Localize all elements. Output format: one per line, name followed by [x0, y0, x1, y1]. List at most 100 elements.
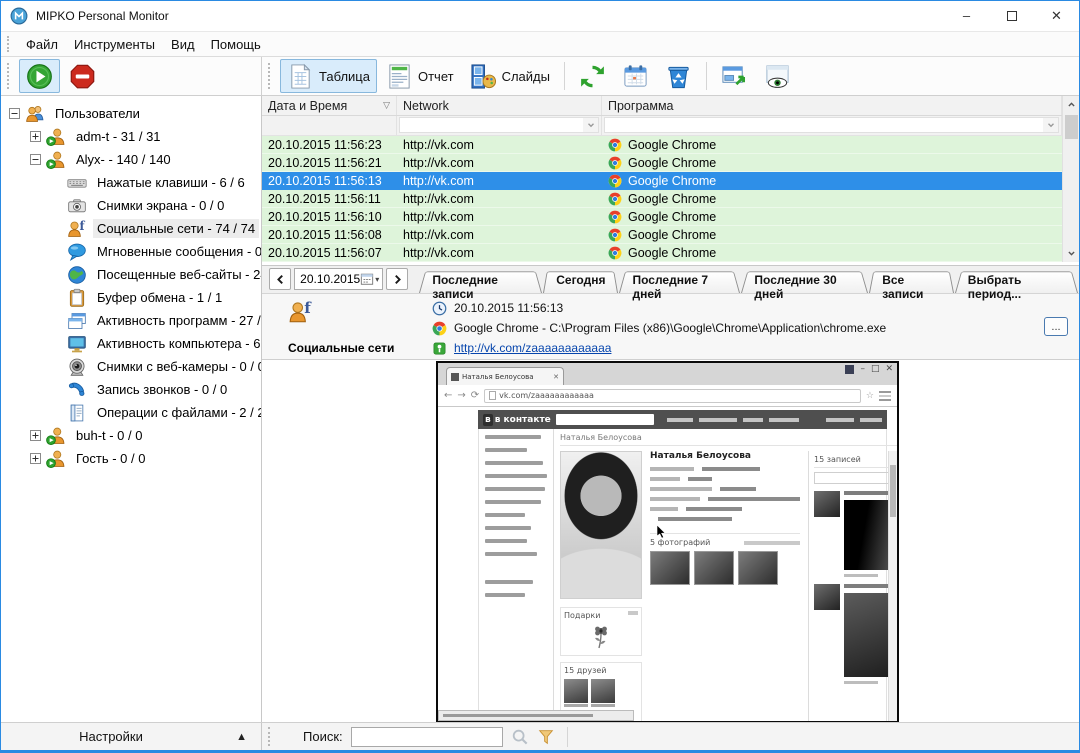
table-row[interactable]: 20.10.2015 11:56:08http://vk.comGoogle C… — [262, 226, 1062, 244]
screenshot-preview-area: Наталья Белоусова ✕ – □ ✕ ← → ⟳ — [262, 360, 1079, 722]
vk-header: вв контакте — [478, 410, 887, 429]
expand-icon[interactable] — [30, 453, 41, 464]
column-header-datetime[interactable]: Дата и Время ▽ — [262, 96, 397, 115]
period-tab[interactable]: Последние записи — [419, 269, 542, 293]
network-filter[interactable] — [397, 116, 602, 135]
program-line: Google Chrome - C:\Program Files (x86)\G… — [432, 318, 1033, 338]
period-tab[interactable]: Сегодня — [543, 269, 618, 293]
calendar-button[interactable] — [615, 59, 656, 93]
period-tab-label: Выбрать период... — [968, 273, 1022, 301]
table-row[interactable]: 20.10.2015 11:56:23http://vk.comGoogle C… — [262, 136, 1062, 154]
table-scrollbar[interactable] — [1062, 96, 1079, 262]
view-report-icon — [386, 63, 413, 90]
tree-item-label: Нажатые клавиши - 6 / 6 — [93, 173, 249, 192]
refresh-button[interactable] — [572, 59, 613, 93]
next-day-button[interactable] — [386, 268, 408, 290]
tree-item[interactable]: Буфер обмена - 1 / 1 — [1, 286, 261, 309]
vk-profile-detail-row — [650, 467, 800, 471]
column-header-network[interactable]: Network — [397, 96, 602, 115]
file-icon — [67, 403, 87, 423]
scroll-up-icon[interactable] — [1063, 96, 1080, 113]
view-button[interactable]: Таблица — [280, 59, 377, 93]
date-field[interactable]: 20.10.2015 ▾ — [294, 268, 383, 290]
tree-item[interactable]: Активность компьютера - 6 / 6 — [1, 332, 261, 355]
tree-item[interactable]: Запись звонков - 0 / 0 — [1, 378, 261, 401]
sort-indicator-icon: ▽ — [383, 100, 390, 111]
stop-monitoring-button[interactable] — [62, 59, 103, 93]
start-monitoring-button[interactable] — [19, 59, 60, 93]
period-tab[interactable]: Последние 30 дней — [741, 269, 868, 293]
menu-item[interactable]: Инструменты — [66, 34, 163, 55]
settings-panel-header[interactable]: Настройки ▲ — [1, 723, 262, 750]
period-tab[interactable]: Все записи — [869, 269, 954, 293]
bookmark-star-icon: ☆ — [866, 391, 874, 401]
table-body: 20.10.2015 11:56:23http://vk.comGoogle C… — [262, 136, 1062, 262]
scroll-down-icon[interactable] — [1063, 245, 1080, 262]
tree-item[interactable]: Пользователи — [1, 102, 261, 125]
program-filter[interactable] — [602, 116, 1062, 135]
maximize-button[interactable] — [989, 1, 1034, 30]
collapse-icon[interactable] — [30, 154, 41, 165]
vk-menu-link — [485, 526, 531, 530]
detail-more: ... — [1033, 294, 1079, 359]
more-button[interactable]: ... — [1044, 317, 1068, 336]
search-label: Поиск: — [303, 729, 343, 744]
vk-post-input — [814, 472, 897, 484]
view-button[interactable]: Отчет — [379, 59, 461, 93]
tree-item[interactable]: Операции с файлами - 2 / 2 — [1, 401, 261, 424]
cell-network: http://vk.com — [397, 136, 602, 153]
tree-item-label: Активность компьютера - 6 / 6 — [93, 334, 262, 353]
hide-window-button[interactable] — [757, 59, 798, 93]
tree-item[interactable]: buh-t - 0 / 0 — [1, 424, 261, 447]
menu-item[interactable]: Файл — [18, 34, 66, 55]
tree-item[interactable]: Мгновенные сообщения - 0 / 0 — [1, 240, 261, 263]
minimize-button[interactable]: – — [944, 1, 989, 30]
previous-day-button[interactable] — [269, 268, 291, 290]
menu-item[interactable]: Помощь — [203, 34, 269, 55]
tree-item[interactable]: Посещенные веб-сайты - 24 / 24 — [1, 263, 261, 286]
tree-item[interactable]: Нажатые клавиши - 6 / 6 — [1, 171, 261, 194]
expand-icon[interactable] — [30, 131, 41, 142]
tree-item[interactable]: Снимки с веб-камеры - 0 / 0 — [1, 355, 261, 378]
stop-icon — [69, 63, 96, 90]
table-row[interactable]: 20.10.2015 11:56:07http://vk.comGoogle C… — [262, 244, 1062, 262]
vk-nav-link — [769, 418, 799, 422]
tree-item[interactable]: Активность программ - 27 / 27 — [1, 309, 261, 332]
tree-item-label: Социальные сети - 74 / 74 — [93, 219, 259, 238]
view-button[interactable]: Слайды — [463, 59, 557, 93]
collapse-icon[interactable] — [9, 108, 20, 119]
tree-item[interactable]: Alyx- - 140 / 140 — [1, 148, 261, 171]
tree-item[interactable]: Гость - 0 / 0 — [1, 447, 261, 470]
search-input[interactable] — [351, 727, 503, 747]
column-header-program[interactable]: Программа — [602, 96, 1062, 115]
search-icon[interactable] — [511, 728, 529, 746]
table-row[interactable]: 20.10.2015 11:56:13http://vk.comGoogle C… — [262, 172, 1062, 190]
period-tab[interactable]: Последние 7 дней — [619, 269, 740, 293]
scrollbar-thumb[interactable] — [1065, 115, 1078, 139]
tree-item[interactable]: fСоциальные сети - 74 / 74 — [1, 217, 261, 240]
vk-post — [814, 584, 897, 684]
filter-funnel-icon[interactable] — [537, 728, 555, 746]
cell-network: http://vk.com — [397, 208, 602, 225]
expand-icon[interactable] — [30, 430, 41, 441]
table-row[interactable]: 20.10.2015 11:56:11http://vk.comGoogle C… — [262, 190, 1062, 208]
open-window-button[interactable] — [714, 59, 755, 93]
record-url-link[interactable]: http://vk.com/zaaaaaaaaaaaa — [454, 341, 611, 355]
tree-item[interactable]: Снимки экрана - 0 / 0 — [1, 194, 261, 217]
browser-close-icon: ✕ — [885, 365, 893, 374]
table-row[interactable]: 20.10.2015 11:56:21http://vk.comGoogle C… — [262, 154, 1062, 172]
period-tab[interactable]: Выбрать период... — [955, 269, 1078, 293]
app-window: MIPKO Personal Monitor – ✕ ФайлИнструмен… — [0, 0, 1080, 753]
monitor-icon — [67, 334, 87, 354]
tree-item[interactable]: adm-t - 31 / 31 — [1, 125, 261, 148]
column-label: Network — [403, 99, 449, 113]
close-button[interactable]: ✕ — [1034, 1, 1079, 30]
chrome-icon — [608, 246, 622, 260]
users-tree: Пользователи adm-t - 31 / 31 Alyx- - 140 /… — [1, 96, 262, 722]
table-row[interactable]: 20.10.2015 11:56:10http://vk.comGoogle C… — [262, 208, 1062, 226]
tree-item-label: Снимки с веб-камеры - 0 / 0 — [93, 357, 262, 376]
delete-records-button[interactable] — [658, 59, 699, 93]
menu-item[interactable]: Вид — [163, 34, 203, 55]
tree-item-label: adm-t - 31 / 31 — [72, 127, 165, 146]
browser-tab-strip: Наталья Белоусова ✕ – □ ✕ — [438, 363, 897, 385]
